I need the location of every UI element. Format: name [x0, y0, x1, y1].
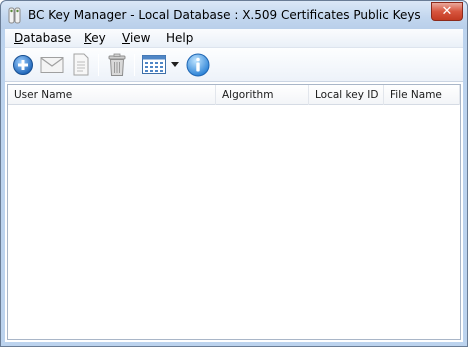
column-file-name[interactable]: File Name — [384, 85, 460, 105]
dropdown-arrow-icon[interactable] — [171, 62, 179, 67]
close-button[interactable]: ✕ — [431, 2, 463, 21]
keys-list-view[interactable]: User Name Algorithm Local key ID File Na… — [7, 84, 461, 340]
column-algorithm[interactable]: Algorithm — [216, 85, 309, 105]
menu-database[interactable]: Database — [14, 31, 71, 47]
toolbar-separator — [134, 54, 135, 76]
document-icon[interactable] — [72, 53, 90, 76]
close-icon: ✕ — [441, 4, 453, 19]
add-icon[interactable] — [12, 54, 34, 76]
column-local-key-id[interactable]: Local key ID — [309, 85, 384, 105]
key-app-icon — [8, 7, 21, 24]
trash-icon[interactable] — [107, 53, 127, 77]
client-area: Database Key View Help User Name Algorit… — [5, 29, 463, 342]
app-window: BC Key Manager - Local Database : X.509 … — [0, 0, 468, 347]
menu-bar: Database Key View Help — [5, 29, 463, 48]
info-icon[interactable] — [186, 53, 210, 77]
menu-key[interactable]: Key — [84, 31, 106, 47]
column-user-name[interactable]: User Name — [8, 85, 216, 105]
menu-help[interactable]: Help — [166, 31, 193, 47]
list-view-icon[interactable] — [142, 55, 166, 74]
title-bar[interactable]: BC Key Manager - Local Database : X.509 … — [1, 1, 467, 29]
toolbar — [5, 48, 463, 82]
window-title: BC Key Manager - Local Database : X.509 … — [28, 8, 421, 22]
toolbar-separator — [98, 54, 99, 76]
mail-icon[interactable] — [40, 56, 64, 74]
column-header-row: User Name Algorithm Local key ID File Na… — [8, 85, 460, 105]
menu-view[interactable]: View — [122, 31, 150, 47]
